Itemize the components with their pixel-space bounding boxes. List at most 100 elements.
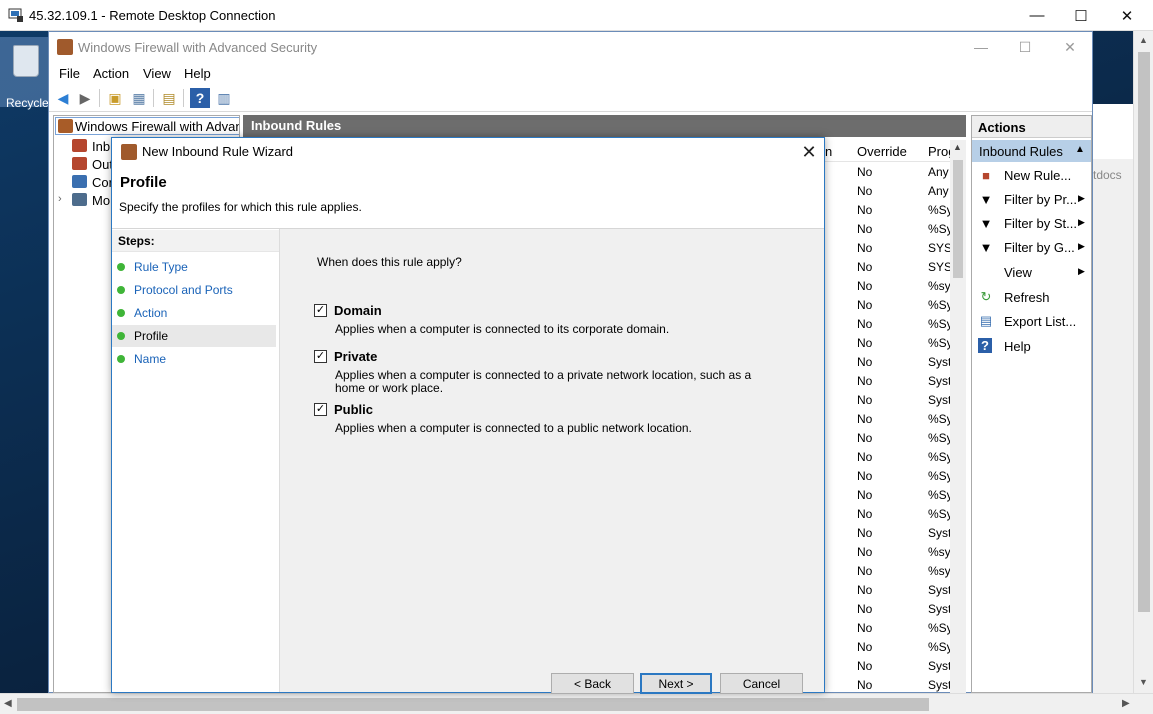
- wizard-close-button[interactable]: ✕: [796, 140, 822, 164]
- table-row[interactable]: ›No%Sy: [821, 429, 953, 448]
- action-export-list[interactable]: ▤ Export List...: [972, 310, 1091, 332]
- table-row[interactable]: ›No%Sy: [821, 467, 953, 486]
- actions-section-inbound-rules[interactable]: Inbound Rules ▲: [972, 140, 1091, 162]
- back-button[interactable]: < Back: [551, 673, 634, 694]
- step-protocol-and-ports[interactable]: Protocol and Ports: [112, 279, 276, 301]
- back-arrow-icon[interactable]: ◀: [53, 88, 73, 108]
- table-row[interactable]: ›No%Sy: [821, 334, 953, 353]
- scroll-up-icon[interactable]: ▲: [1139, 35, 1148, 45]
- table-row[interactable]: ›NoSyst: [821, 600, 951, 619]
- table-row[interactable]: ›No%sy: [821, 562, 951, 581]
- table-row[interactable]: ›NoSyst: [821, 581, 951, 600]
- scroll-up-icon[interactable]: ▲: [953, 142, 962, 152]
- action-filter-by-profile[interactable]: ▼ Filter by Pr... ▶: [972, 188, 1091, 210]
- action-filter-by-group[interactable]: ▼ Filter by G... ▶: [972, 236, 1091, 258]
- program-cell: %Sy: [928, 507, 953, 521]
- console-maximize-button[interactable]: ☐: [1002, 36, 1048, 58]
- scroll-left-icon[interactable]: ◀: [4, 698, 12, 709]
- scroll-right-icon[interactable]: ▶: [1122, 698, 1130, 709]
- private-checkbox[interactable]: ✓: [314, 350, 327, 363]
- program-cell: %sy: [928, 545, 951, 559]
- scroll-thumb[interactable]: [17, 698, 929, 711]
- table-row[interactable]: ›NoSyst: [821, 657, 951, 676]
- program-cell: %Sy: [928, 412, 953, 426]
- table-row[interactable]: ›No%Sy: [821, 448, 953, 467]
- minimize-button[interactable]: —: [1014, 0, 1060, 31]
- table-row[interactable]: ›NoSyst: [821, 524, 951, 543]
- maximize-button[interactable]: ☐: [1058, 0, 1104, 31]
- menu-file[interactable]: File: [59, 66, 80, 81]
- public-label[interactable]: Public: [334, 402, 373, 417]
- table-row[interactable]: ›No%Sy: [821, 638, 953, 657]
- column-header-override[interactable]: Override: [857, 144, 907, 159]
- wizard-title: New Inbound Rule Wizard: [142, 144, 294, 159]
- table-row[interactable]: ›NoSyst: [821, 353, 951, 372]
- action-filter-by-state[interactable]: ▼ Filter by St... ▶: [972, 212, 1091, 234]
- table-row[interactable]: ›No%Sy: [821, 619, 953, 638]
- public-checkbox[interactable]: ✓: [314, 403, 327, 416]
- scroll-down-icon[interactable]: ▼: [1139, 677, 1148, 687]
- forward-arrow-icon[interactable]: ▶: [75, 88, 95, 108]
- table-row[interactable]: ›NoSYST: [821, 258, 959, 277]
- table-row[interactable]: ›No%sy: [821, 543, 951, 562]
- domain-checkbox[interactable]: ✓: [314, 304, 327, 317]
- table-row[interactable]: ›No%Sy: [821, 315, 953, 334]
- help-icon[interactable]: ?: [190, 88, 210, 108]
- step-status-icon: [117, 263, 125, 271]
- rdp-horizontal-scrollbar[interactable]: ◀ ▶: [0, 693, 1153, 714]
- step-profile[interactable]: Profile: [112, 325, 276, 347]
- table-row[interactable]: ›NoAny: [821, 182, 950, 201]
- show-action-pane-icon[interactable]: ▥: [214, 88, 234, 108]
- filter-icon: ▼: [979, 215, 993, 231]
- table-row[interactable]: ›No%Sy: [821, 486, 953, 505]
- scroll-thumb[interactable]: [1138, 52, 1150, 612]
- step-action[interactable]: Action: [112, 302, 276, 324]
- chevron-right-icon[interactable]: ›: [58, 193, 62, 205]
- close-button[interactable]: ✕: [1104, 0, 1150, 31]
- private-label[interactable]: Private: [334, 349, 377, 364]
- column-header-name[interactable]: n: [825, 144, 832, 159]
- table-row[interactable]: ›No%Sy: [821, 410, 953, 429]
- console-close-button[interactable]: ✕: [1047, 36, 1093, 58]
- menu-action[interactable]: Action: [93, 66, 129, 81]
- up-folder-icon[interactable]: ▣: [105, 88, 125, 108]
- export-icon: ▤: [979, 313, 993, 328]
- new-inbound-rule-wizard: New Inbound Rule Wizard ✕ Profile Specif…: [111, 137, 825, 694]
- tree-item-label: Cor: [92, 175, 113, 190]
- table-row[interactable]: ›No%Sy: [821, 505, 953, 524]
- action-help[interactable]: ? Help: [972, 335, 1091, 357]
- table-row[interactable]: ›No%sy: [821, 277, 951, 296]
- rdp-vertical-scrollbar[interactable]: ▲ ▼: [1133, 31, 1153, 693]
- table-row[interactable]: ›NoSYST: [821, 239, 959, 258]
- wizard-heading: Profile: [120, 174, 167, 191]
- collapse-icon[interactable]: ▲: [1075, 144, 1085, 155]
- help-icon: ?: [978, 338, 992, 353]
- cancel-button[interactable]: Cancel: [720, 673, 803, 694]
- step-name[interactable]: Name: [112, 348, 276, 370]
- action-view[interactable]: View ▶: [972, 261, 1091, 283]
- action-refresh[interactable]: ↻ Refresh: [972, 286, 1091, 308]
- profile-question: When does this rule apply?: [317, 255, 462, 269]
- table-row[interactable]: ›NoSyst: [821, 391, 951, 410]
- show-tree-icon[interactable]: ▦: [129, 88, 149, 108]
- table-row[interactable]: ›NoSyst: [821, 372, 951, 391]
- table-row[interactable]: ›No%Sy: [821, 296, 953, 315]
- wizard-subheading: Specify the profiles for which this rule…: [119, 200, 362, 214]
- console-minimize-button[interactable]: —: [958, 36, 1004, 58]
- action-new-rule[interactable]: ■ New Rule...: [972, 164, 1091, 186]
- step-rule-type[interactable]: Rule Type: [112, 256, 276, 278]
- table-row[interactable]: ›NoSyst: [821, 676, 951, 695]
- tree-root-item[interactable]: Windows Firewall with Advance: [55, 117, 239, 135]
- console-titlebar: Windows Firewall with Advanced Security …: [49, 32, 1092, 62]
- next-button[interactable]: Next >: [640, 673, 712, 694]
- scroll-thumb[interactable]: [953, 160, 963, 278]
- table-row[interactable]: ›NoAny: [821, 163, 950, 182]
- recycle-bin-shortcut[interactable]: Recycle: [0, 37, 49, 110]
- menu-view[interactable]: View: [143, 66, 171, 81]
- menu-help[interactable]: Help: [184, 66, 211, 81]
- export-icon[interactable]: ▤: [159, 88, 179, 108]
- table-row[interactable]: ›No%Sy: [821, 220, 953, 239]
- domain-label[interactable]: Domain: [334, 303, 382, 318]
- rules-list-scrollbar[interactable]: ▲: [950, 140, 966, 693]
- table-row[interactable]: ›No%Sy: [821, 201, 953, 220]
